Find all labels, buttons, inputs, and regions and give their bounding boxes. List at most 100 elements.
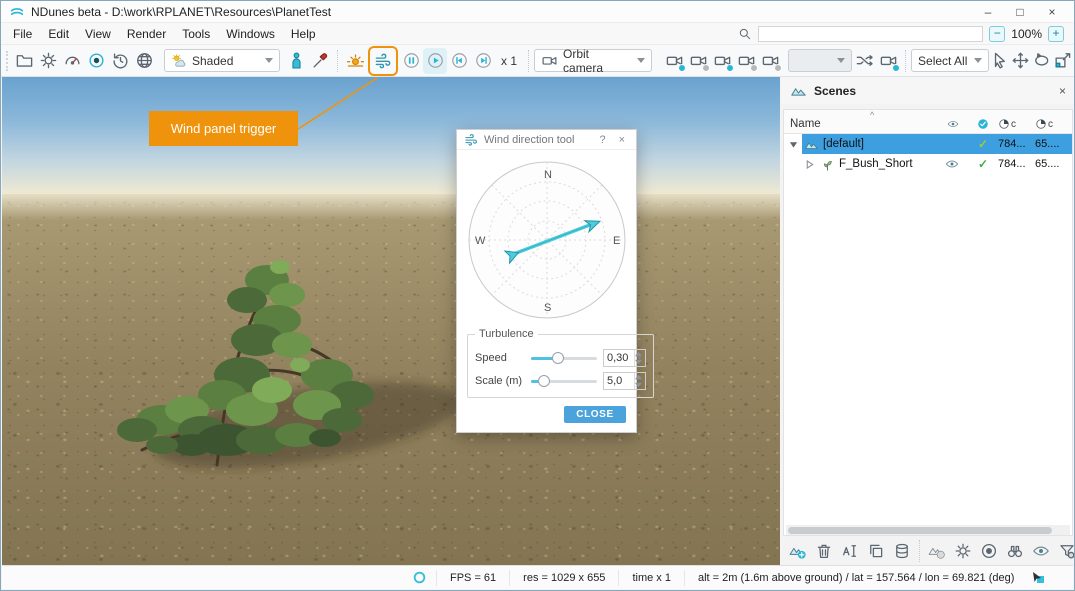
settings-button[interactable]: [36, 48, 60, 74]
dialog-close-icon[interactable]: ×: [615, 134, 629, 146]
camera-path-select[interactable]: [788, 49, 852, 72]
tree-row-default[interactable]: [default] ✓ 784... 65....: [784, 134, 1072, 154]
zoom-in-button[interactable]: +: [1048, 26, 1064, 42]
database-button[interactable]: [891, 539, 913, 563]
funnel-icon: [1058, 542, 1075, 560]
camera-record-button[interactable]: [662, 48, 686, 74]
camera-mode-select[interactable]: Orbit camera: [534, 49, 652, 72]
speed-slider[interactable]: [531, 351, 597, 365]
close-dialog-button[interactable]: CLOSE: [564, 406, 626, 423]
search-input[interactable]: [758, 26, 983, 42]
shuffle-button[interactable]: [852, 48, 876, 74]
camera-stop-button[interactable]: [686, 48, 710, 74]
bush-model: [42, 225, 472, 475]
menu-view[interactable]: View: [77, 27, 119, 41]
speed-value[interactable]: [604, 350, 634, 366]
dialog-header[interactable]: Wind direction tool ? ×: [457, 130, 636, 150]
find-button[interactable]: [1004, 539, 1026, 563]
scale-slider[interactable]: [531, 374, 597, 388]
step-forward-button[interactable]: [471, 48, 495, 74]
visibility-cell[interactable]: [938, 157, 968, 171]
spin-up-icon[interactable]: [635, 373, 642, 381]
sun-tool-button[interactable]: [343, 48, 367, 74]
camera-save-button[interactable]: [734, 48, 758, 74]
duplicate-button[interactable]: [865, 539, 887, 563]
column-enabled[interactable]: [968, 118, 998, 133]
scrollbar-thumb[interactable]: [788, 527, 1052, 534]
dialog-title: Wind direction tool: [484, 134, 590, 146]
spin-down-icon[interactable]: [635, 358, 642, 366]
camera-capture-button[interactable]: [876, 48, 900, 74]
picker-button[interactable]: [308, 48, 332, 74]
scale-spinbox[interactable]: [603, 372, 646, 390]
expander-icon[interactable]: [784, 140, 802, 149]
scale-icon: [1053, 51, 1072, 70]
speed-spinbox[interactable]: [603, 349, 646, 367]
fps-value: FPS = 61: [436, 570, 509, 586]
sort-indicator: ^: [870, 110, 874, 120]
wind-compass[interactable]: N E S W: [457, 150, 636, 324]
scene-settings-button[interactable]: [952, 539, 974, 563]
status-dot: [702, 64, 710, 72]
menu-windows[interactable]: Windows: [218, 27, 283, 41]
tree-empty-area[interactable]: [784, 174, 1072, 525]
spin-up-icon[interactable]: [635, 350, 642, 358]
rename-button[interactable]: [839, 539, 861, 563]
move-tool-button[interactable]: [1010, 48, 1031, 74]
column-visibility[interactable]: [938, 118, 968, 133]
render-mode-select[interactable]: Shaded: [164, 49, 280, 72]
expander-icon[interactable]: [800, 160, 818, 169]
spin-down-icon[interactable]: [635, 381, 642, 389]
count-icon: [1035, 118, 1047, 130]
pick-mode-icon[interactable]: [1031, 570, 1045, 584]
menu-render[interactable]: Render: [119, 27, 174, 41]
minimize-button[interactable]: –: [974, 3, 1002, 21]
scene-proxy-button[interactable]: [926, 539, 948, 563]
world-button[interactable]: [132, 48, 156, 74]
open-button[interactable]: [12, 48, 36, 74]
tree-row-bush[interactable]: F_Bush_Short ✓ 784... 65....: [784, 154, 1072, 174]
zoom-out-button[interactable]: −: [989, 26, 1005, 42]
pointer-tool-button[interactable]: [989, 48, 1010, 74]
select-mode-select[interactable]: Select All: [911, 49, 989, 72]
visibility-button[interactable]: [1030, 539, 1052, 563]
rotate-tool-button[interactable]: [1031, 48, 1052, 74]
pause-button[interactable]: [399, 48, 423, 74]
spin-arrows[interactable]: [634, 373, 645, 389]
history-button[interactable]: [108, 48, 132, 74]
scale-value[interactable]: [604, 373, 634, 389]
column-count-2[interactable]: c: [1035, 118, 1072, 133]
menu-edit[interactable]: Edit: [40, 27, 77, 41]
horizontal-scrollbar[interactable]: [786, 525, 1070, 535]
play-button[interactable]: [423, 48, 447, 74]
avatar-button[interactable]: [284, 48, 308, 74]
maximize-button[interactable]: □: [1006, 3, 1034, 21]
spin-arrows[interactable]: [634, 350, 645, 366]
add-scene-button[interactable]: [787, 539, 809, 563]
tree-column-headers[interactable]: ^ Name c c: [784, 110, 1072, 134]
menu-help[interactable]: Help: [283, 27, 324, 41]
close-button[interactable]: ×: [1038, 3, 1066, 21]
enabled-cell[interactable]: ✓: [968, 157, 998, 171]
pause-icon: [402, 51, 421, 70]
camera-play-button[interactable]: [710, 48, 734, 74]
enabled-cell[interactable]: ✓: [968, 137, 998, 151]
slider-knob[interactable]: [552, 352, 564, 364]
camera-load-button[interactable]: [758, 48, 782, 74]
viewport-3d[interactable]: [2, 77, 780, 566]
scale-tool-button[interactable]: [1052, 48, 1073, 74]
column-name[interactable]: Name: [784, 118, 938, 133]
column-count-1[interactable]: c: [998, 118, 1035, 133]
scenes-close-icon[interactable]: ×: [1059, 84, 1066, 98]
performance-button[interactable]: [60, 48, 84, 74]
wind-tool-button[interactable]: [371, 48, 395, 74]
menu-file[interactable]: File: [5, 27, 40, 41]
slider-knob[interactable]: [538, 375, 550, 387]
scene-record-button[interactable]: [978, 539, 1000, 563]
record-view-button[interactable]: [84, 48, 108, 74]
lod-button[interactable]: [1056, 539, 1075, 563]
help-button[interactable]: ?: [595, 134, 609, 146]
menu-tools[interactable]: Tools: [174, 27, 218, 41]
delete-button[interactable]: [813, 539, 835, 563]
step-back-button[interactable]: [447, 48, 471, 74]
